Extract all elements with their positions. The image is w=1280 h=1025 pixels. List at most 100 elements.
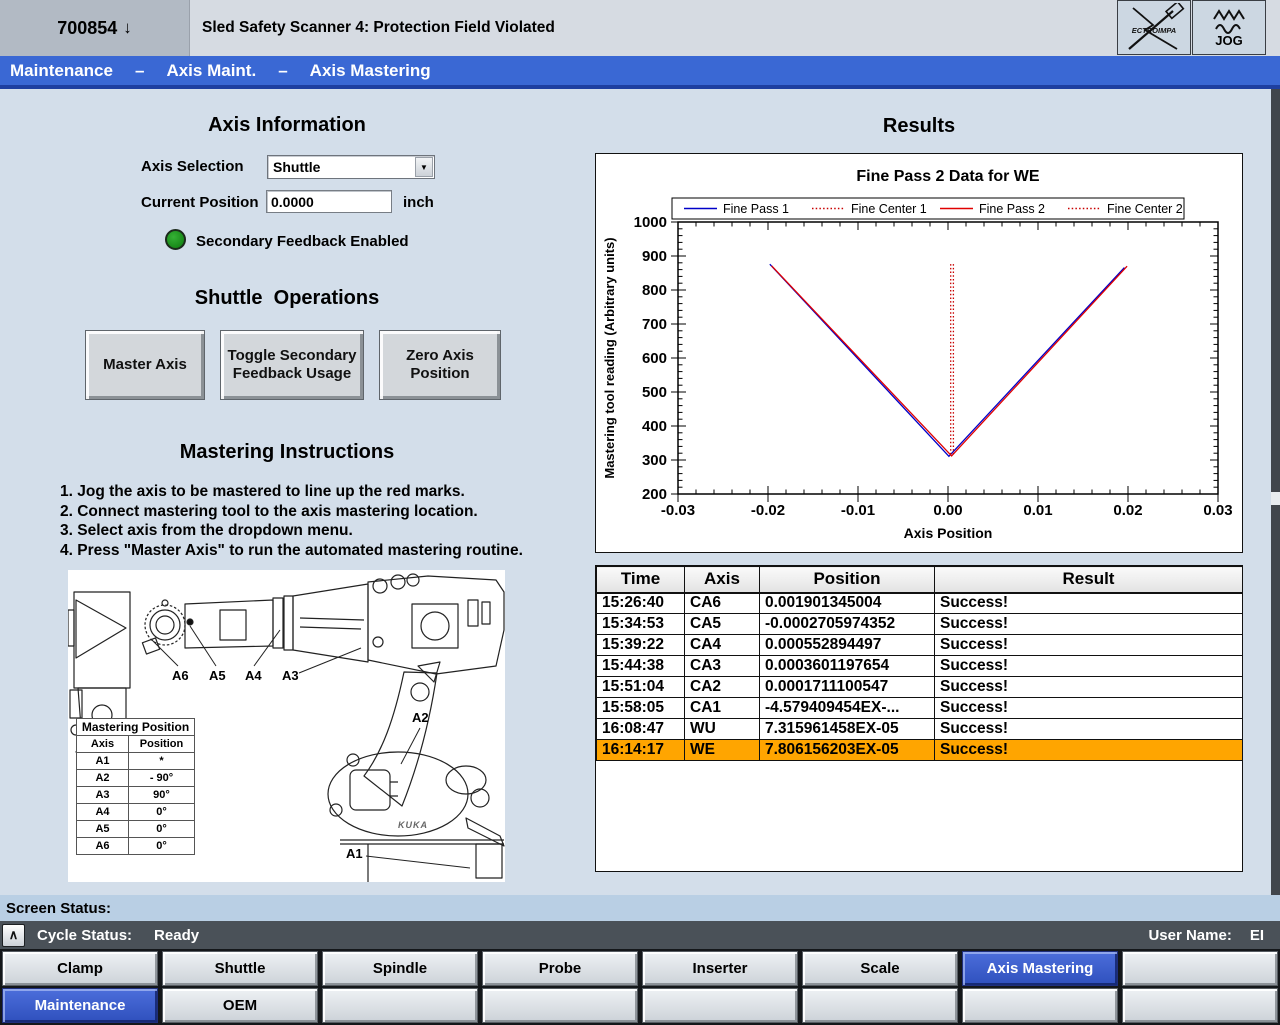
crossed-tools-icon: ECTROIMPA xyxy=(1121,3,1187,53)
mini-table-cell: 0° xyxy=(129,838,195,855)
result-row-we[interactable]: 16:14:17WE7.806156203EX-05Success! xyxy=(597,740,1243,761)
brand-logo-tile[interactable]: ECTROIMPA xyxy=(1117,0,1191,55)
svg-text:Fine Pass 2: Fine Pass 2 xyxy=(979,202,1045,216)
alarm-number-box[interactable]: 700854 ↓ xyxy=(0,0,190,56)
position-unit-label: inch xyxy=(403,194,434,211)
svg-text:0.00: 0.00 xyxy=(933,502,962,519)
result-row-ca5[interactable]: 15:34:53CA5-0.0002705974352Success! xyxy=(597,614,1243,635)
user-name-value: EI xyxy=(1250,927,1264,944)
mini-table-cell: 0° xyxy=(129,804,195,821)
instruction-step: 4. Press "Master Axis" to run the automa… xyxy=(60,541,560,561)
breadcrumb-item-axis-mastering[interactable]: Axis Mastering xyxy=(310,61,431,81)
zero-axis-position-button[interactable]: Zero Axis Position xyxy=(379,330,501,400)
result-row-ca4[interactable]: 15:39:22CA40.000552894497Success! xyxy=(597,635,1243,656)
result-row-ca2[interactable]: 15:51:04CA20.0001711100547Success! xyxy=(597,677,1243,698)
hmi-screen: 700854 ↓ Sled Safety Scanner 4: Protecti… xyxy=(0,0,1280,1025)
mini-table-row: A40° xyxy=(77,804,195,821)
mini-table-cell: * xyxy=(129,753,195,770)
scrollbar-thumb[interactable] xyxy=(1271,492,1280,505)
secondary-feedback-led xyxy=(165,229,186,250)
secondary-feedback-label: Secondary Feedback Enabled xyxy=(196,233,409,250)
operations-buttons: Master AxisToggle Secondary Feedback Usa… xyxy=(85,330,501,400)
result-cell: 15:44:38 xyxy=(597,656,685,677)
nav-button-shuttle[interactable]: Shuttle xyxy=(162,951,318,986)
svg-text:0.03: 0.03 xyxy=(1203,502,1232,519)
axis-label-a3: A3 xyxy=(282,668,299,683)
mini-table-header: Axis xyxy=(77,736,129,753)
jog-mode-tile[interactable]: JOG xyxy=(1192,0,1266,55)
mastering-position-table: Mastering PositionAxisPositionA1*A2- 90°… xyxy=(76,718,195,855)
screen-status-label: Screen Status: xyxy=(6,900,111,917)
svg-text:400: 400 xyxy=(642,418,667,435)
axis-label-a4: A4 xyxy=(245,668,262,683)
alarm-down-arrow-icon[interactable]: ↓ xyxy=(123,18,132,38)
axis-ticks xyxy=(671,222,1218,502)
breadcrumb-item-axis-maint[interactable]: Axis Maint. xyxy=(166,61,256,81)
mini-table-cell: A5 xyxy=(77,821,129,838)
result-row-wu[interactable]: 16:08:47WU7.315961458EX-05Success! xyxy=(597,719,1243,740)
mini-table-cell: 90° xyxy=(129,787,195,804)
result-cell: 15:34:53 xyxy=(597,614,685,635)
nav-button-axis-mastering[interactable]: Axis Mastering xyxy=(962,951,1118,986)
nav-button-oem[interactable]: OEM xyxy=(162,988,318,1023)
svg-text:1000: 1000 xyxy=(634,214,667,231)
result-cell: 0.0003601197654 xyxy=(760,656,935,677)
result-cell: CA6 xyxy=(685,593,760,614)
chevron-down-icon[interactable]: ▼ xyxy=(415,157,433,177)
current-position-label: Current Position xyxy=(141,194,259,211)
result-cell: CA4 xyxy=(685,635,760,656)
svg-text:-0.02: -0.02 xyxy=(751,502,785,519)
nav-button-probe[interactable]: Probe xyxy=(482,951,638,986)
results-column-time: Time xyxy=(597,567,685,593)
current-position-field[interactable] xyxy=(266,190,392,213)
nav-button-maintenance[interactable]: Maintenance xyxy=(2,988,158,1023)
toggle-secondary-feedback-usage-button[interactable]: Toggle Secondary Feedback Usage xyxy=(220,330,364,400)
result-cell: WU xyxy=(685,719,760,740)
svg-text:800: 800 xyxy=(642,282,667,299)
breadcrumb: Maintenance–Axis Maint.–Axis Mastering xyxy=(0,56,1280,89)
mini-table-cell: A2 xyxy=(77,770,129,787)
cycle-status-bar: ∧ Cycle Status: Ready User Name: EI xyxy=(0,921,1280,949)
svg-text:200: 200 xyxy=(642,486,667,503)
result-cell: Success! xyxy=(935,740,1243,761)
nav-button-scale[interactable]: Scale xyxy=(802,951,958,986)
nav-button-inserter[interactable]: Inserter xyxy=(642,951,798,986)
result-cell: Success! xyxy=(935,698,1243,719)
result-cell: CA2 xyxy=(685,677,760,698)
result-row-ca6[interactable]: 15:26:40CA60.001901345004Success! xyxy=(597,593,1243,614)
mini-table-header: Position xyxy=(129,736,195,753)
svg-text:0.01: 0.01 xyxy=(1023,502,1052,519)
result-cell: 15:51:04 xyxy=(597,677,685,698)
svg-text:700: 700 xyxy=(642,316,667,333)
results-column-result: Result xyxy=(935,567,1243,593)
breadcrumb-item-maintenance[interactable]: Maintenance xyxy=(10,61,113,81)
operations-title: Shuttle Operations xyxy=(0,287,574,310)
result-cell: 0.000552894497 xyxy=(760,635,935,656)
svg-text:Fine Center 1: Fine Center 1 xyxy=(851,202,927,216)
result-row-ca3[interactable]: 15:44:38CA30.0003601197654Success! xyxy=(597,656,1243,677)
chart-title: Fine Pass 2 Data for WE xyxy=(856,168,1039,185)
instruction-step: 3. Select axis from the dropdown menu. xyxy=(60,521,560,541)
nav-button-blank xyxy=(322,988,478,1023)
svg-text:600: 600 xyxy=(642,350,667,367)
nav-button-blank xyxy=(482,988,638,1023)
axis-selection-dropdown[interactable]: Shuttle ▼ xyxy=(267,155,435,179)
mini-table-cell: 0° xyxy=(129,821,195,838)
svg-text:Fine Pass 1: Fine Pass 1 xyxy=(723,202,789,216)
nav-button-spindle[interactable]: Spindle xyxy=(322,951,478,986)
svg-text:500: 500 xyxy=(642,384,667,401)
results-chart-panel: -0.03-0.02-0.010.000.010.020.03200300400… xyxy=(595,153,1243,553)
axis-information-title: Axis Information xyxy=(0,114,574,137)
nav-button-clamp[interactable]: Clamp xyxy=(2,951,158,986)
chart-series-fine-pass-2 xyxy=(772,266,1128,456)
vertical-scrollbar[interactable] xyxy=(1271,89,1280,949)
mastering-instructions-list: 1. Jog the axis to be mastered to line u… xyxy=(60,482,560,560)
collapse-panel-button[interactable]: ∧ xyxy=(2,924,25,947)
axis-label-a5: A5 xyxy=(209,668,226,683)
cycle-status-value: Ready xyxy=(154,927,199,944)
result-cell: Success! xyxy=(935,656,1243,677)
alarm-bar: 700854 ↓ Sled Safety Scanner 4: Protecti… xyxy=(0,0,1280,56)
master-axis-button[interactable]: Master Axis xyxy=(85,330,205,400)
result-row-ca1[interactable]: 15:58:05CA1-4.579409454EX-...Success! xyxy=(597,698,1243,719)
result-cell: 15:39:22 xyxy=(597,635,685,656)
